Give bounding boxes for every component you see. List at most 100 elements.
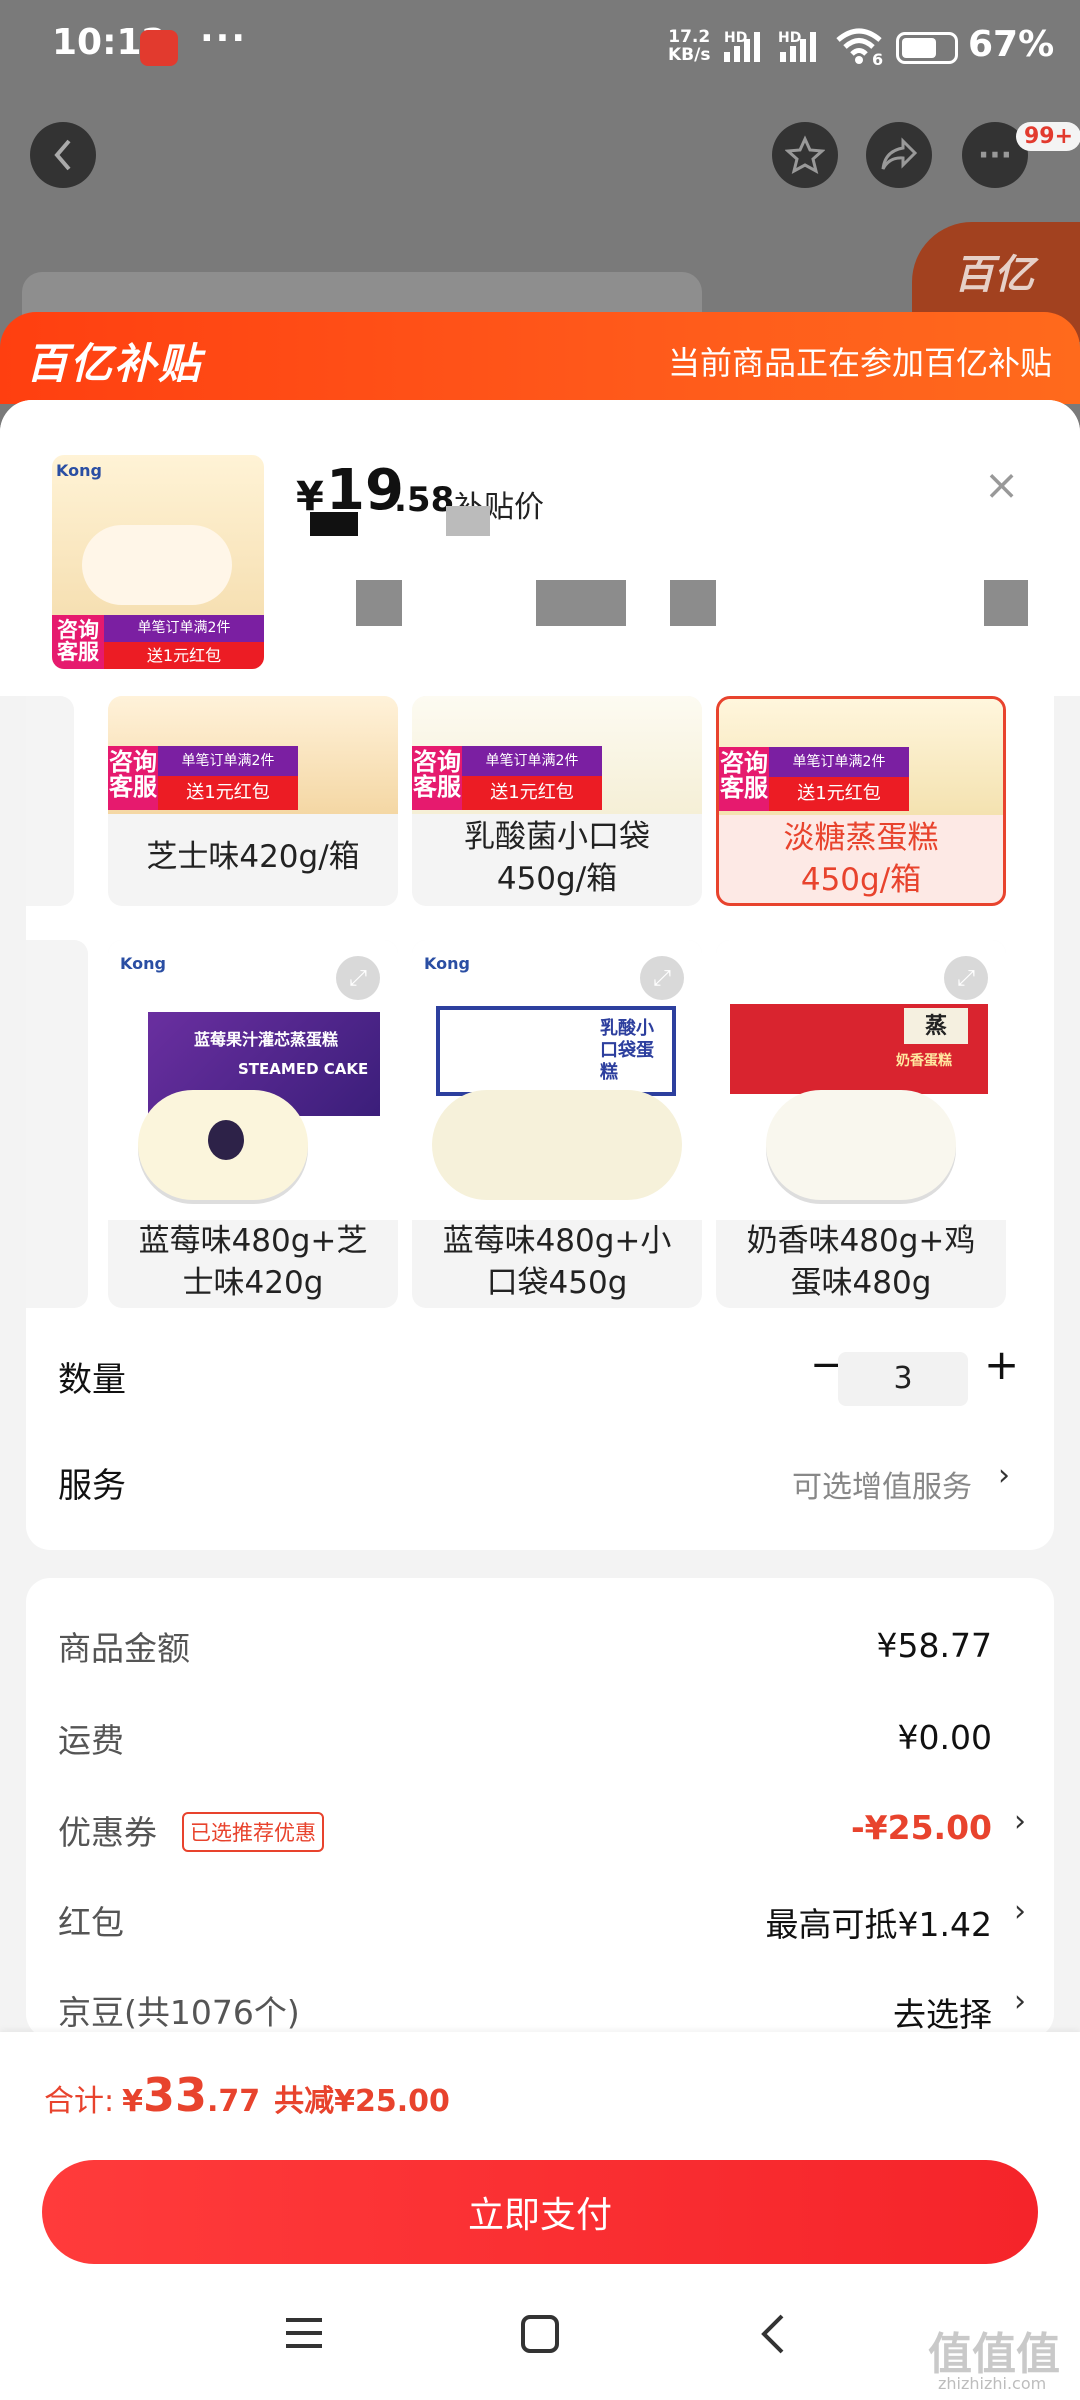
product-box-subtitle: STEAMED CAKE: [238, 1060, 369, 1078]
variant-label-line2: 450g/箱: [496, 861, 618, 897]
brand-logo: Kong: [56, 461, 102, 480]
cake-graphic: [432, 1090, 682, 1200]
variant-card-selected[interactable]: 咨询 客服 单笔订单满2件 送1元红包 淡糖蒸蛋糕 450g/箱: [716, 696, 1006, 906]
battery-percent: 67%: [968, 24, 1055, 65]
subsidy-banner: 百亿补贴 当前商品正在参加百亿补贴: [0, 312, 1080, 404]
promo-tag: 单笔订单满2件 送1元红包: [104, 615, 264, 669]
corner-logo: 百亿: [954, 252, 1034, 298]
net-speed-unit: KB/s: [668, 45, 711, 65]
service-label: 服务: [58, 1466, 126, 1506]
quantity-increase-button[interactable]: +: [984, 1340, 1019, 1389]
cake-graphic: [766, 1090, 956, 1200]
watermark-domain: zhizhizhi.com: [938, 2374, 1047, 2393]
total-saved: 共减¥25.00: [274, 2084, 450, 2119]
jingdou-value[interactable]: 去选择: [893, 1988, 992, 2036]
net-speed-value: 17.2: [668, 27, 711, 47]
order-summary: 商品金额 ¥58.77 运费 ¥0.00 优惠券 已选推荐优惠 -¥25.00 …: [26, 1578, 1054, 2038]
back-button[interactable]: [30, 122, 96, 188]
variant-label-line1: 奶香味480g+鸡: [746, 1223, 976, 1259]
coupon-value[interactable]: -¥25.00: [851, 1808, 992, 1847]
service-tag-line2: 客服: [57, 640, 99, 665]
pay-now-button[interactable]: 立即支付: [42, 2160, 1038, 2264]
close-icon[interactable]: ×: [984, 460, 1019, 509]
battery-icon: [896, 32, 958, 64]
home-icon[interactable]: [520, 2314, 560, 2354]
chevron-right-icon[interactable]: ›: [1014, 1984, 1026, 2019]
message-badge: 99+: [1016, 122, 1080, 151]
chevron-right-icon[interactable]: ›: [998, 1458, 1010, 1493]
service-tag-line1: 咨询: [57, 618, 99, 642]
product-box-title: 蒸: [904, 1008, 968, 1044]
variant-label-line2: 蛋味480g: [790, 1265, 932, 1301]
chevron-right-icon[interactable]: ›: [1014, 1894, 1026, 1929]
variant-card-partial[interactable]: [26, 696, 74, 906]
redacted-block: [310, 512, 358, 536]
product-thumbnail[interactable]: Kong 咨询 客服 单笔订单满2件 送1元红包: [52, 455, 264, 669]
variant-card[interactable]: 咨询 客服 单笔订单满2件 送1元红包 乳酸菌小口袋 450g/箱: [412, 696, 702, 906]
redacted-block: [670, 580, 716, 626]
variant-label-line1: 蓝莓味480g+小: [442, 1223, 672, 1259]
variant-card[interactable]: Kong 乳酸小口袋蛋糕 ⤢ 蓝莓味480g+小 口袋450g: [412, 940, 702, 1308]
variant-card[interactable]: 蒸 奶香蛋糕 ⤢ 奶香味480g+鸡 蛋味480g: [716, 940, 1006, 1308]
total-symbol: ¥: [122, 2084, 143, 2119]
menu-icon[interactable]: [284, 2314, 324, 2352]
product-box-title: 乳酸小口袋蛋糕: [600, 1018, 654, 1083]
back-nav-icon[interactable]: [758, 2312, 788, 2356]
service-tag: 咨询 客服: [108, 746, 158, 810]
promo-tag-line2: 送1元红包: [462, 776, 602, 810]
status-more-icon: ···: [200, 18, 248, 59]
service-tag: 咨询 客服: [52, 615, 104, 669]
service-value[interactable]: 可选增值服务: [792, 1462, 972, 1506]
goods-amount-label: 商品金额: [58, 1629, 190, 1668]
wifi-badge: 6: [872, 50, 884, 69]
quantity-input[interactable]: 3: [838, 1352, 968, 1406]
service-tag-line1: 咨询: [109, 748, 157, 776]
variant-options: 咨询 客服 单笔订单满2件 送1元红包 芝士味420g/箱 咨询 客服 单笔订单满2…: [26, 696, 1054, 1550]
service-tag-line2: 客服: [109, 773, 157, 802]
service-tag-line1: 咨询: [413, 748, 461, 776]
shipping-label: 运费: [58, 1721, 124, 1760]
promo-tag-line2: 送1元红包: [104, 642, 264, 669]
total-label: 合计:: [44, 2084, 115, 2119]
red-packet-value[interactable]: 最高可抵¥1.42: [766, 1898, 992, 1946]
chevron-right-icon[interactable]: ›: [1014, 1804, 1026, 1839]
signal-icon-2: [780, 32, 816, 62]
promo-tag-line1: 单笔订单满2件: [462, 746, 602, 776]
goods-amount-value: ¥58.77: [876, 1626, 992, 1665]
variant-label: 芝士味420g/箱: [146, 839, 360, 875]
variant-label-line2: 士味420g: [182, 1265, 324, 1301]
favorite-button[interactable]: [772, 122, 838, 188]
product-box-title: 蓝莓果汁灌芯蒸蛋糕: [194, 1030, 339, 1049]
variant-card[interactable]: 咨询 客服 单笔订单满2件 送1元红包 芝士味420g/箱: [108, 696, 398, 906]
network-speed: 17.2 KB/s: [668, 28, 710, 64]
service-tag-line1: 咨询: [720, 749, 768, 777]
share-icon: [881, 137, 918, 170]
redacted-block: [356, 580, 402, 626]
product-box-subtitle: 奶香蛋糕: [896, 1053, 952, 1069]
subsidy-logo: 百亿补贴: [26, 339, 203, 388]
service-tag-line2: 客服: [413, 773, 461, 802]
expand-icon[interactable]: ⤢: [944, 956, 988, 1000]
chevron-left-icon: [54, 139, 71, 171]
redacted-block: [446, 506, 490, 536]
brand-logo: Kong: [120, 954, 166, 973]
product-box: 乳酸小口袋蛋糕: [436, 1006, 676, 1096]
shipping-value: ¥0.00: [897, 1718, 992, 1757]
battery-fill: [902, 38, 936, 58]
expand-icon[interactable]: ⤢: [336, 956, 380, 1000]
variant-card-partial[interactable]: [26, 940, 88, 1308]
total-integer: 33: [142, 2068, 207, 2122]
variant-card[interactable]: Kong 蓝莓果汁灌芯蒸蛋糕 STEAMED CAKE ⤢ 蓝莓味480g+芝 …: [108, 940, 398, 1308]
service-tag: 咨询 客服: [412, 746, 462, 810]
variant-label-line1: 淡糖蒸蛋糕: [783, 820, 939, 856]
cake-graphic: [82, 525, 232, 605]
share-button[interactable]: [866, 122, 932, 188]
expand-icon[interactable]: ⤢: [640, 956, 684, 1000]
app-notification-icon: [140, 30, 178, 66]
promo-tag-line1: 单笔订单满2件: [104, 615, 264, 642]
coupon-label: 优惠券: [58, 1813, 157, 1852]
promo-tag: 单笔订单满2件 送1元红包: [158, 746, 298, 810]
signal-icon-1: [724, 32, 760, 62]
variant-label-line1: 蓝莓味480g+芝: [138, 1223, 368, 1259]
redacted-block: [536, 580, 626, 626]
